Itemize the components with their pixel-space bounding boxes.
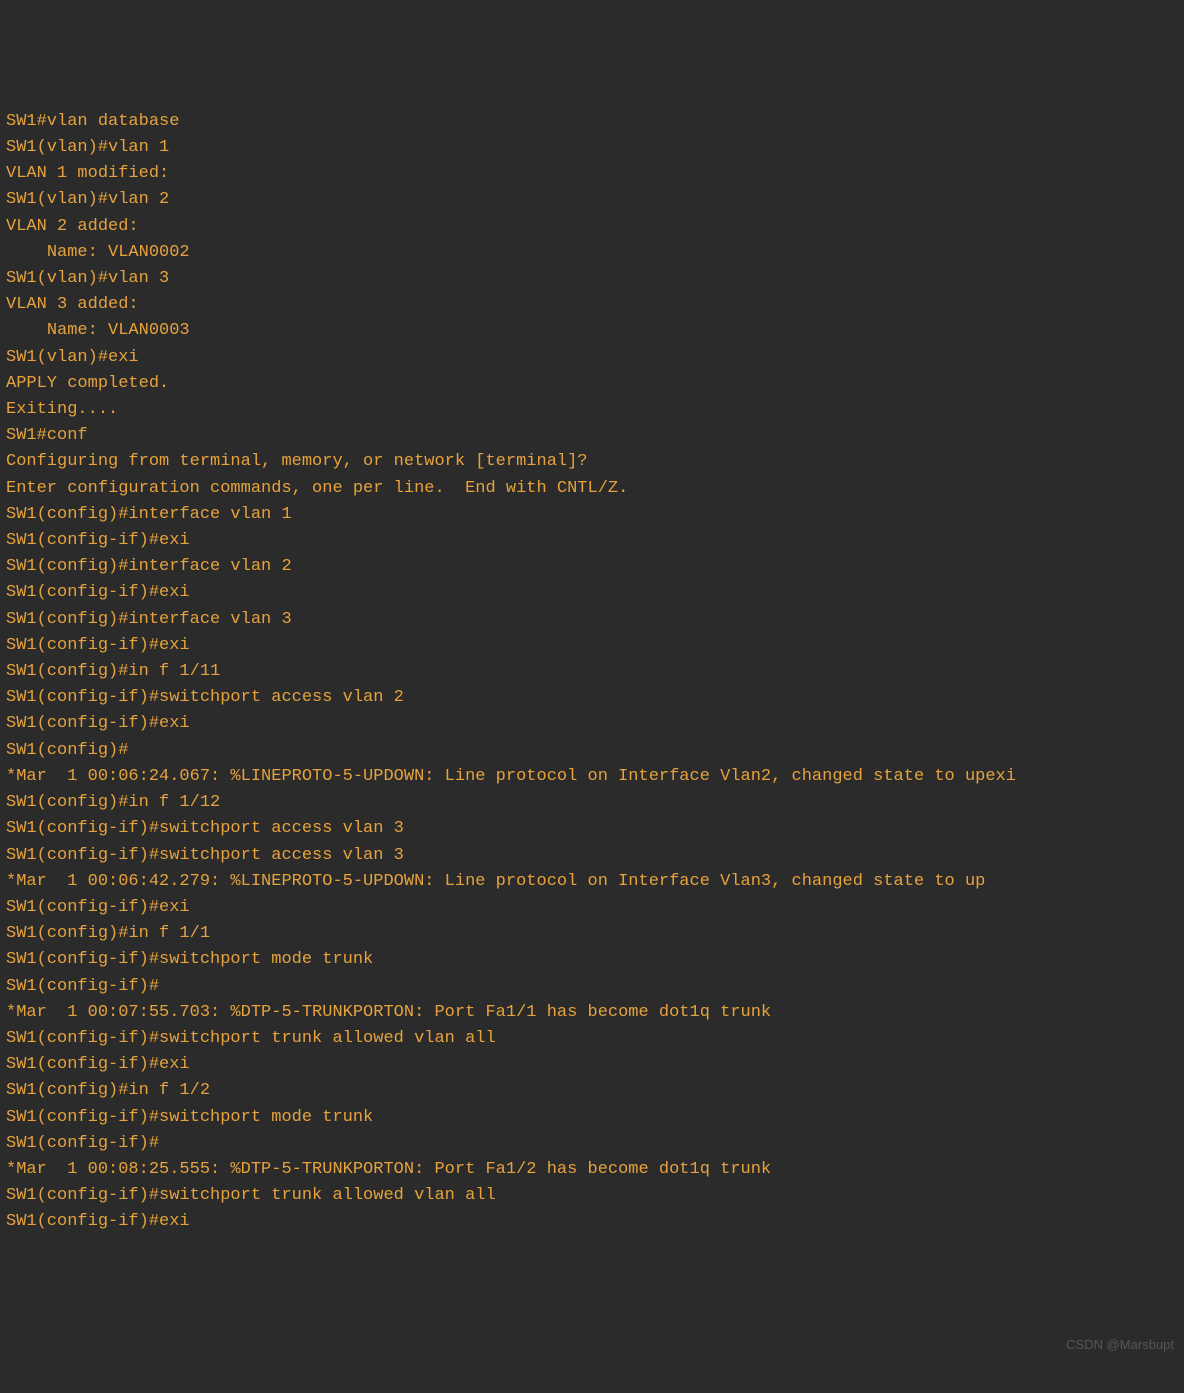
terminal-line: SW1(config-if)#switchport mode trunk [6, 947, 1178, 973]
terminal-line: SW1(config-if)#exi [6, 528, 1178, 554]
terminal-line: SW1(config-if)# [6, 974, 1178, 1000]
terminal-line: Name: VLAN0002 [6, 240, 1178, 266]
terminal-line: VLAN 2 added: [6, 214, 1178, 240]
terminal-line: *Mar 1 00:07:55.703: %DTP-5-TRUNKPORTON:… [6, 1000, 1178, 1026]
terminal-line: SW1#vlan database [6, 109, 1178, 135]
terminal-line: SW1(config-if)#switchport trunk allowed … [6, 1026, 1178, 1052]
terminal-line: Exiting.... [6, 397, 1178, 423]
terminal-line: SW1(config-if)#exi [6, 633, 1178, 659]
terminal-line: SW1(config)# [6, 738, 1178, 764]
terminal-line: SW1(config-if)#exi [6, 895, 1178, 921]
terminal-line: Configuring from terminal, memory, or ne… [6, 449, 1178, 475]
terminal-line: *Mar 1 00:06:24.067: %LINEPROTO-5-UPDOWN… [6, 764, 1178, 790]
terminal-line: SW1(config-if)#switchport mode trunk [6, 1105, 1178, 1131]
terminal-line: SW1(config)#interface vlan 2 [6, 554, 1178, 580]
terminal-line: SW1(config-if)#exi [6, 1209, 1178, 1235]
terminal-line: *Mar 1 00:06:42.279: %LINEPROTO-5-UPDOWN… [6, 869, 1178, 895]
terminal-line: VLAN 3 added: [6, 292, 1178, 318]
terminal-line: SW1(config)#interface vlan 1 [6, 502, 1178, 528]
terminal-line: SW1(config)#in f 1/1 [6, 921, 1178, 947]
terminal-line: SW1(config)#in f 1/12 [6, 790, 1178, 816]
watermark-text: CSDN @Marsbupt [1066, 1332, 1174, 1358]
terminal-line: SW1(config-if)#exi [6, 711, 1178, 737]
terminal-line: SW1(config-if)#switchport access vlan 3 [6, 843, 1178, 869]
terminal-line: SW1(vlan)#vlan 1 [6, 135, 1178, 161]
terminal-line: Enter configuration commands, one per li… [6, 476, 1178, 502]
terminal-line: SW1(config)#interface vlan 3 [6, 607, 1178, 633]
terminal-line: SW1(config-if)# [6, 1131, 1178, 1157]
terminal-line: *Mar 1 00:08:25.555: %DTP-5-TRUNKPORTON:… [6, 1157, 1178, 1183]
terminal-line: SW1#conf [6, 423, 1178, 449]
terminal-output: SW1#vlan databaseSW1(vlan)#vlan 1VLAN 1 … [6, 109, 1178, 1236]
terminal-line: SW1(vlan)#vlan 3 [6, 266, 1178, 292]
terminal-line: APPLY completed. [6, 371, 1178, 397]
terminal-line: SW1(config)#in f 1/11 [6, 659, 1178, 685]
terminal-line: Name: VLAN0003 [6, 318, 1178, 344]
terminal-line: SW1(config-if)#switchport trunk allowed … [6, 1183, 1178, 1209]
terminal-line: VLAN 1 modified: [6, 161, 1178, 187]
terminal-line: SW1(config-if)#exi [6, 580, 1178, 606]
terminal-line: SW1(vlan)#exi [6, 345, 1178, 371]
terminal-line: SW1(vlan)#vlan 2 [6, 187, 1178, 213]
terminal-line: SW1(config-if)#switchport access vlan 2 [6, 685, 1178, 711]
terminal-line: SW1(config)#in f 1/2 [6, 1078, 1178, 1104]
terminal-line: SW1(config-if)#exi [6, 1052, 1178, 1078]
terminal-line: SW1(config-if)#switchport access vlan 3 [6, 816, 1178, 842]
